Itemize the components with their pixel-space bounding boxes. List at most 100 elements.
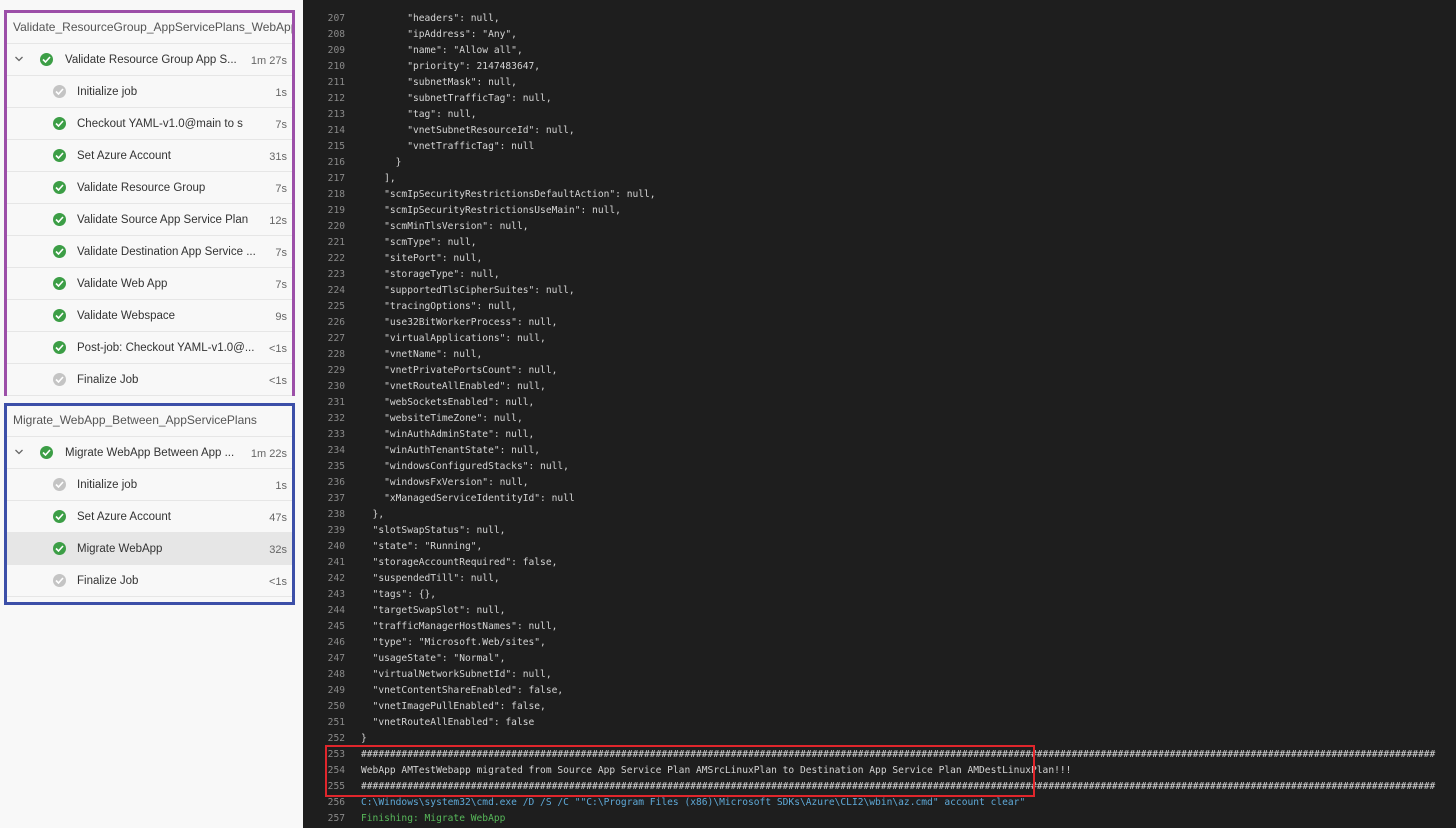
line-number: 245 xyxy=(327,621,345,632)
line-number: 232 xyxy=(327,413,345,424)
log-line: 232 "websiteTimeZone": null, xyxy=(303,411,1456,427)
success-icon xyxy=(40,446,53,459)
job-label: Migrate WebApp Between App ... xyxy=(65,447,235,459)
line-number: 207 xyxy=(327,13,345,24)
log-text: "tracingOptions": null, xyxy=(361,301,517,312)
log-line: 212 "subnetTrafficTag": null, xyxy=(303,91,1456,107)
line-number: 242 xyxy=(327,573,345,584)
step-row[interactable]: Validate Webspace 9s xyxy=(7,300,292,332)
log-line: 244 "targetSwapSlot": null, xyxy=(303,603,1456,619)
log-text: "virtualApplications": null, xyxy=(361,333,546,344)
log-line: 207 "headers": null, xyxy=(303,11,1456,27)
step-row[interactable]: Finalize Job <1s xyxy=(7,364,292,396)
stage-title[interactable]: Migrate_WebApp_Between_AppServicePlans xyxy=(7,406,292,437)
log-text: }, xyxy=(361,509,385,520)
line-number: 234 xyxy=(327,445,345,456)
chevron-down-icon[interactable] xyxy=(14,54,24,64)
line-number: 211 xyxy=(327,77,345,88)
log-line: 233 "winAuthAdminState": null, xyxy=(303,427,1456,443)
log-line: 231 "webSocketsEnabled": null, xyxy=(303,395,1456,411)
job-migrate-webapp[interactable]: Migrate WebApp Between App ... 1m 22s xyxy=(7,437,292,469)
chevron-down-icon[interactable] xyxy=(14,447,24,457)
line-number: 249 xyxy=(327,685,345,696)
step-label: Set Azure Account xyxy=(77,511,171,523)
success-icon xyxy=(53,510,66,523)
skipped-icon xyxy=(53,85,66,98)
success-icon xyxy=(40,53,53,66)
step-row[interactable]: Initialize job 1s xyxy=(7,76,292,108)
line-number: 239 xyxy=(327,525,345,536)
stage-validate: Validate_ResourceGroup_AppServicePlans_W… xyxy=(4,10,295,396)
log-line: 221 "scmType": null, xyxy=(303,235,1456,251)
line-number: 231 xyxy=(327,397,345,408)
log-line: 229 "vnetPrivatePortsCount": null, xyxy=(303,363,1456,379)
log-text: "vnetName": null, xyxy=(361,349,483,360)
job-validate-resource-group[interactable]: Validate Resource Group App S... 1m 27s xyxy=(7,44,292,76)
log-line: 228 "vnetName": null, xyxy=(303,347,1456,363)
line-number: 223 xyxy=(327,269,345,280)
log-text: "vnetRouteAllEnabled": null, xyxy=(361,381,546,392)
step-row[interactable]: Checkout YAML-v1.0@main to s 7s xyxy=(7,108,292,140)
step-row[interactable]: Validate Source App Service Plan 12s xyxy=(7,204,292,236)
log-line: 215 "vnetTrafficTag": null xyxy=(303,139,1456,155)
log-text: "type": "Microsoft.Web/sites", xyxy=(361,637,546,648)
step-label: Set Azure Account xyxy=(77,150,171,162)
line-number: 225 xyxy=(327,301,345,312)
step-duration: <1s xyxy=(268,343,287,355)
step-row[interactable]: Set Azure Account 31s xyxy=(7,140,292,172)
log-text: "storageType": null, xyxy=(361,269,500,280)
log-text: "scmIpSecurityRestrictionsDefaultAction"… xyxy=(361,189,656,200)
line-number: 229 xyxy=(327,365,345,376)
log-text: "subnetMask": null, xyxy=(361,77,517,88)
step-row[interactable]: Validate Destination App Service ... 7s xyxy=(7,236,292,268)
step-duration: 7s xyxy=(275,279,287,291)
step-row[interactable]: Post-job: Checkout YAML-v1.0@... <1s xyxy=(7,332,292,364)
step-row[interactable]: Validate Web App 7s xyxy=(7,268,292,300)
log-line: 235 "windowsConfiguredStacks": null, xyxy=(303,459,1456,475)
step-label: Finalize Job xyxy=(77,575,139,587)
success-icon xyxy=(53,309,66,322)
log-line: 240 "state": "Running", xyxy=(303,539,1456,555)
success-icon xyxy=(53,149,66,162)
stage-title[interactable]: Validate_ResourceGroup_AppServicePlans_W… xyxy=(7,13,292,44)
log-text: "supportedTlsCipherSuites": null, xyxy=(361,285,575,296)
success-icon xyxy=(53,213,66,226)
step-label: Validate Webspace xyxy=(77,310,176,322)
log-line: 243 "tags": {}, xyxy=(303,587,1456,603)
skipped-icon xyxy=(53,478,66,491)
log-text: "scmType": null, xyxy=(361,237,477,248)
step-duration: <1s xyxy=(268,375,287,387)
step-label: Validate Source App Service Plan xyxy=(77,214,249,226)
line-number: 251 xyxy=(327,717,345,728)
log-lines: 207 "headers": null, 208 "ipAddress": "An… xyxy=(303,11,1456,827)
log-line: 257 Finishing: Migrate WebApp xyxy=(303,811,1456,827)
log-line: 234 "winAuthTenantState": null, xyxy=(303,443,1456,459)
log-line: 213 "tag": null, xyxy=(303,107,1456,123)
step-duration: <1s xyxy=(268,576,287,588)
log-line: 220 "scmMinTlsVersion": null, xyxy=(303,219,1456,235)
line-number: 212 xyxy=(327,93,345,104)
line-number: 250 xyxy=(327,701,345,712)
log-text: "vnetContentShareEnabled": false, xyxy=(361,685,564,696)
log-text: "priority": 2147483647, xyxy=(361,61,541,72)
log-text: "websiteTimeZone": null, xyxy=(361,413,523,424)
log-viewer[interactable]: 207 "headers": null, 208 "ipAddress": "An… xyxy=(303,0,1456,828)
log-text: "name": "Allow all", xyxy=(361,45,523,56)
step-row[interactable]: Finalize Job <1s xyxy=(7,565,292,597)
step-row[interactable]: Validate Resource Group 7s xyxy=(7,172,292,204)
step-row[interactable]: Initialize job 1s xyxy=(7,469,292,501)
log-text: "winAuthTenantState": null, xyxy=(361,445,541,456)
log-text: "virtualNetworkSubnetId": null, xyxy=(361,669,552,680)
log-text: } xyxy=(361,157,402,168)
success-icon xyxy=(53,117,66,130)
line-number: 238 xyxy=(327,509,345,520)
step-duration: 12s xyxy=(269,215,287,227)
step-row[interactable]: Set Azure Account 47s xyxy=(7,501,292,533)
log-text: "vnetRouteAllEnabled": false xyxy=(361,717,535,728)
step-label: Checkout YAML-v1.0@main to s xyxy=(77,118,243,130)
log-line: 246 "type": "Microsoft.Web/sites", xyxy=(303,635,1456,651)
step-duration: 47s xyxy=(269,512,287,524)
step-row[interactable]: Migrate WebApp 32s xyxy=(7,533,292,565)
log-line: 225 "tracingOptions": null, xyxy=(303,299,1456,315)
step-label: Finalize Job xyxy=(77,374,139,386)
